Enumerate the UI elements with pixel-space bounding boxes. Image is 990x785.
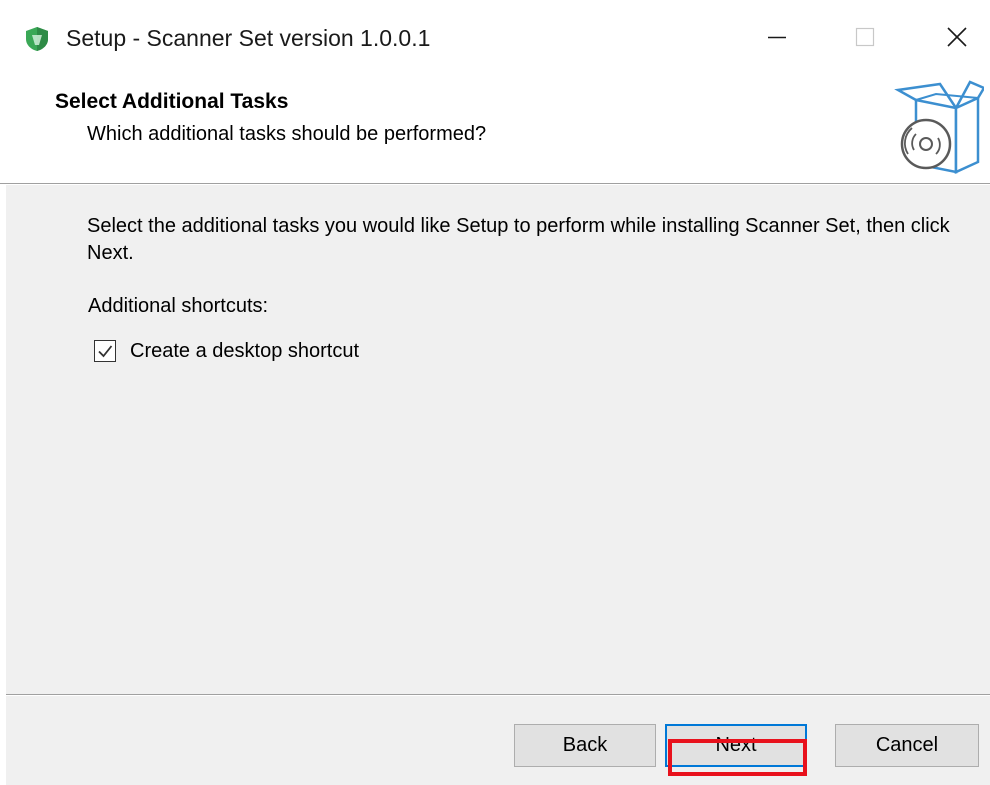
page-title: Select Additional Tasks [55, 90, 289, 113]
close-button[interactable] [926, 0, 988, 74]
checkmark-icon [98, 345, 113, 358]
minimize-button[interactable] [746, 0, 808, 74]
window-title: Setup - Scanner Set version 1.0.0.1 [66, 25, 431, 51]
maximize-icon [855, 27, 875, 47]
desktop-shortcut-option[interactable]: Create a desktop shortcut [94, 338, 359, 364]
next-button[interactable]: Next [665, 724, 807, 767]
title-bar[interactable]: Setup - Scanner Set version 1.0.0.1 [0, 0, 990, 74]
desktop-shortcut-label[interactable]: Create a desktop shortcut [130, 340, 359, 363]
additional-shortcuts-label: Additional shortcuts: [88, 295, 269, 317]
maximize-button[interactable] [834, 0, 896, 74]
wizard-body: Select the additional tasks you would li… [6, 185, 990, 785]
cancel-button[interactable]: Cancel [835, 724, 979, 767]
back-button[interactable]: Back [514, 724, 656, 767]
close-icon [947, 27, 967, 47]
instructions-text: Select the additional tasks you would li… [87, 215, 950, 264]
minimize-icon [768, 36, 786, 39]
setup-window: Setup - Scanner Set version 1.0.0.1 Sele… [0, 0, 990, 785]
software-box-disc-icon [894, 80, 984, 174]
wizard-header: Select Additional Tasks Which additional… [0, 74, 990, 184]
desktop-shortcut-checkbox[interactable] [94, 340, 116, 362]
shield-installer-icon [26, 27, 48, 51]
page-subtitle: Which additional tasks should be perform… [87, 123, 487, 145]
